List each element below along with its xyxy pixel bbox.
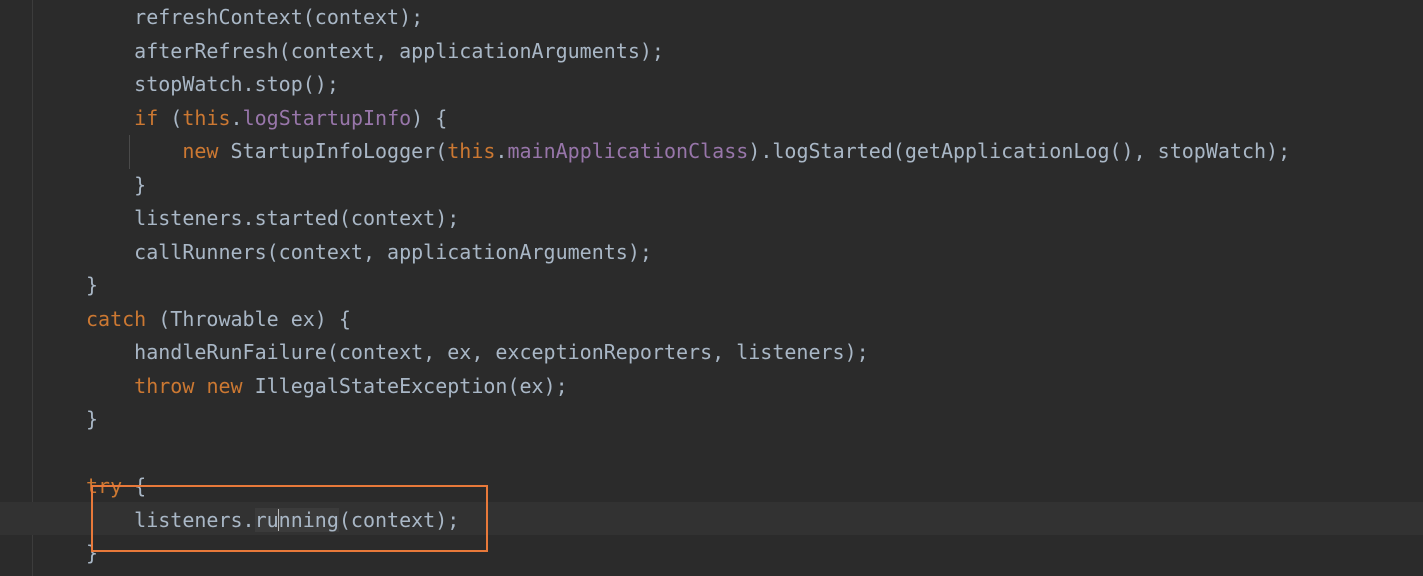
code-line[interactable]: throw new IllegalStateException(ex);	[86, 370, 568, 403]
code-token: (	[158, 105, 183, 130]
code-token: listeners.	[86, 507, 255, 532]
code-line[interactable]: }	[86, 269, 98, 302]
code-field: logStartupInfo	[242, 105, 412, 130]
code-keyword: this	[182, 105, 231, 130]
code-line[interactable]: listeners.running(context);	[86, 504, 459, 537]
code-keyword: new	[182, 139, 219, 163]
highlighted-word: nning	[278, 507, 339, 532]
code-line[interactable]: listeners.started(context);	[86, 202, 459, 235]
code-line[interactable]: try {	[86, 470, 146, 503]
highlighted-word: ru	[254, 507, 279, 532]
code-keyword: new	[206, 373, 243, 398]
code-line[interactable]: new StartupInfoLogger(this.mainApplicati…	[86, 135, 1290, 168]
code-line[interactable]: refreshContext(context);	[86, 1, 423, 34]
code-line[interactable]: afterRefresh(context, applicationArgumen…	[86, 35, 664, 68]
code-token: {	[122, 474, 147, 498]
code-token: .	[495, 139, 508, 163]
code-token: (context);	[338, 507, 460, 532]
code-keyword: try	[86, 474, 123, 498]
gutter-divider	[32, 0, 33, 576]
code-token: .	[230, 105, 243, 130]
code-field: mainApplicationClass	[507, 139, 749, 163]
code-token: handleRunFailure(context, ex, exceptionR…	[86, 340, 869, 364]
code-line[interactable]: handleRunFailure(context, ex, exceptionR…	[86, 336, 869, 369]
code-token: refreshContext(context);	[86, 5, 424, 29]
code-token: afterRefresh(context, applicationArgumen…	[86, 38, 664, 63]
code-token: }	[86, 172, 147, 197]
code-token: ) {	[411, 105, 448, 130]
code-line[interactable]: if (this.logStartupInfo) {	[86, 102, 447, 135]
code-keyword: this	[447, 139, 496, 163]
code-token: }	[86, 541, 99, 565]
code-token: callRunners(context, applicationArgument…	[86, 239, 652, 264]
code-line[interactable]: stopWatch.stop();	[86, 68, 339, 101]
code-editor[interactable]: refreshContext(context); afterRefresh(co…	[0, 0, 1423, 576]
code-token: }	[86, 273, 99, 297]
code-token: StartupInfoLogger(	[218, 139, 448, 163]
code-token: stopWatch.stop();	[86, 72, 339, 96]
code-line[interactable]: catch (Throwable ex) {	[86, 303, 351, 336]
code-token: ).logStarted(getApplicationLog(), stopWa…	[748, 139, 1291, 163]
code-token: IllegalStateException(ex);	[242, 373, 568, 398]
code-token: listeners.started(context);	[86, 206, 460, 230]
code-token: }	[86, 407, 99, 431]
code-line[interactable]: }	[86, 403, 98, 436]
code-keyword: throw	[134, 373, 195, 398]
code-keyword: if	[134, 105, 159, 130]
code-line[interactable]: }	[86, 537, 98, 570]
code-line[interactable]: callRunners(context, applicationArgument…	[86, 236, 652, 269]
code-token: (Throwable ex) {	[146, 306, 351, 331]
code-keyword: catch	[86, 306, 147, 331]
code-line[interactable]: }	[86, 169, 146, 202]
